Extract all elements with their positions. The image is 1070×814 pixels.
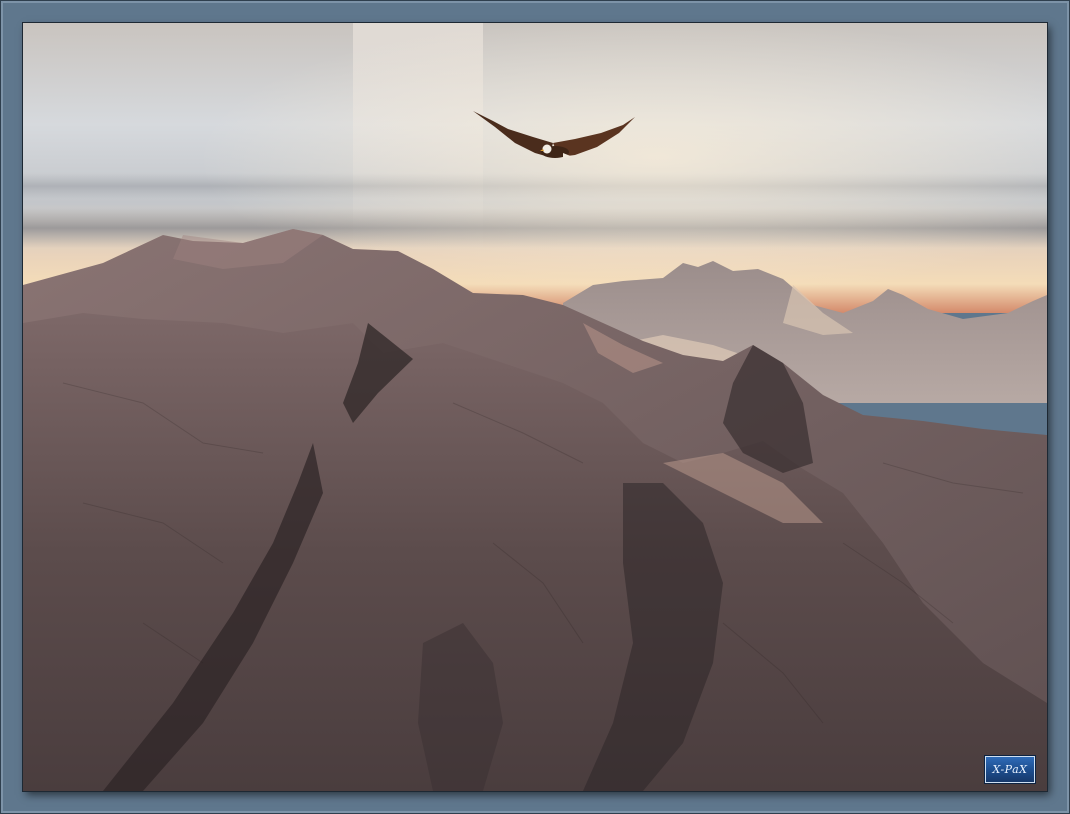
watermark-text: X-PaX — [992, 763, 1028, 776]
mountain-landscape-image — [23, 23, 1047, 791]
watermark-logo: X-PaX — [985, 756, 1035, 783]
